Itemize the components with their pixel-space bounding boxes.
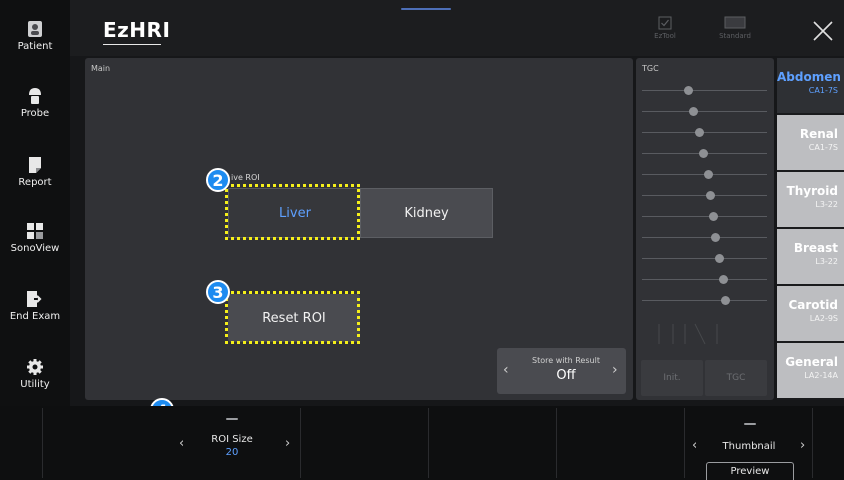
tgc-button[interactable]: TGC [705, 360, 767, 396]
preset-thyroid[interactable]: Thyroid L3-22 [777, 172, 844, 227]
divider [556, 408, 557, 478]
tgc-slider-knob[interactable] [698, 149, 708, 158]
preset-name: Breast [793, 241, 838, 255]
thumbnail-grip-icon [744, 423, 756, 425]
sidebar-item-label: Probe [20, 108, 50, 119]
roi-size-value: 20 [225, 447, 239, 458]
preset-probe: LA2-14A [804, 371, 838, 380]
tgc-slider-track[interactable] [642, 90, 767, 91]
close-icon[interactable] [812, 20, 834, 42]
preview-button[interactable]: Preview [706, 462, 794, 480]
preset-name: Carotid [788, 298, 838, 312]
tgc-slider-knob[interactable] [708, 212, 718, 221]
preset-name: General [785, 355, 838, 369]
probe-icon [29, 88, 41, 104]
tgc-slider-track[interactable] [642, 132, 767, 133]
tgc-slider-track[interactable] [642, 279, 767, 280]
highlight-box-active-roi [225, 184, 360, 240]
tgc-slider-knob[interactable] [683, 86, 693, 95]
sidebar-item-label: Report [18, 177, 52, 188]
preset-probe: LA2-9S [809, 314, 838, 323]
preset-probe: L3-22 [815, 200, 838, 209]
tgc-slider-track[interactable] [642, 237, 767, 238]
app-title: EzHRI [103, 18, 171, 42]
preset-carotid[interactable]: Carotid LA2-9S [777, 286, 844, 341]
tgc-curve-icon [658, 323, 718, 345]
sidebar-item-probe[interactable]: Probe [0, 87, 70, 119]
step-badge: 3 [206, 280, 230, 304]
preset-renal[interactable]: Renal CA1-7S [777, 115, 844, 170]
standard-label: Standard [719, 32, 751, 40]
sidebar-item-label: Utility [20, 379, 50, 390]
sidebar-item-end-exam[interactable]: End Exam [0, 290, 70, 322]
roi-segment-kidney[interactable]: Kidney [360, 188, 493, 238]
tgc-slider-track[interactable] [642, 258, 767, 259]
preset-name: Abdomen [777, 70, 841, 84]
monitor-icon [724, 16, 746, 29]
end-exam-icon [27, 291, 42, 307]
preset-breast[interactable]: Breast L3-22 [777, 229, 844, 284]
sidebar-item-label: End Exam [9, 311, 61, 322]
tgc-slider-track[interactable] [642, 300, 767, 301]
tgc-slider-knob[interactable] [718, 275, 728, 284]
chevron-left-icon[interactable]: ‹ [179, 436, 184, 451]
tgc-init-button[interactable]: Init. [641, 360, 703, 396]
step-badge: 2 [206, 168, 230, 192]
chevron-left-icon[interactable]: ‹ [503, 362, 509, 378]
tgc-slider-track[interactable] [642, 111, 767, 112]
divider [300, 408, 301, 478]
main-panel-label: Main [91, 64, 111, 73]
chevron-left-icon[interactable]: ‹ [692, 438, 697, 453]
preset-probe: L3-22 [815, 257, 838, 266]
utility-icon [27, 359, 43, 375]
preset-general[interactable]: General LA2-14A [777, 343, 844, 398]
tgc-slider-knob[interactable] [715, 254, 724, 263]
preset-probe: CA1-7S [808, 143, 838, 152]
tgc-panel [636, 58, 774, 400]
tgc-slider-knob[interactable] [695, 128, 704, 137]
highlight-box-reset-roi [225, 291, 360, 344]
roi-size-label: ROI Size [211, 434, 253, 445]
active-roi-label: ive ROI [231, 173, 260, 182]
left-sidebar: Patient Probe Report SonoView End Exam U… [0, 0, 70, 406]
sidebar-item-patient[interactable]: Patient [0, 20, 70, 52]
drag-handle[interactable] [401, 8, 451, 10]
roi-size-grip-icon [226, 418, 238, 420]
title-underline [103, 44, 161, 45]
store-with-result-value: Off [556, 368, 576, 383]
sidebar-item-report[interactable]: Report [0, 156, 70, 188]
checkbox-icon [658, 16, 672, 30]
divider [812, 408, 813, 478]
chevron-right-icon[interactable]: › [800, 438, 805, 453]
sidebar-item-utility[interactable]: Utility [0, 358, 70, 390]
chevron-right-icon[interactable]: › [285, 436, 290, 451]
preset-name: Thyroid [786, 184, 838, 198]
tgc-slider-track[interactable] [642, 216, 767, 217]
eztool-label: EzTool [654, 32, 676, 40]
patient-icon [28, 21, 42, 37]
divider [428, 408, 429, 478]
preset-probe: CA1-7S [808, 86, 838, 95]
tgc-slider-knob[interactable] [703, 170, 713, 179]
divider [42, 408, 43, 478]
sonoview-icon [27, 223, 43, 239]
sidebar-item-label: SonoView [10, 243, 60, 254]
preset-abdomen[interactable]: Abdomen CA1-7S [777, 58, 844, 113]
eztool-button[interactable]: EzTool [652, 16, 678, 40]
tgc-slider-track[interactable] [642, 195, 767, 196]
store-with-result-label: Store with Result [532, 356, 600, 365]
standard-button[interactable]: Standard [715, 16, 755, 40]
tgc-slider-knob[interactable] [688, 107, 698, 116]
chevron-right-icon[interactable]: › [612, 362, 618, 378]
sidebar-item-label: Patient [17, 41, 53, 52]
report-icon [29, 157, 41, 173]
divider [684, 408, 685, 478]
tgc-panel-label: TGC [642, 64, 659, 73]
preset-name: Renal [799, 127, 838, 141]
sidebar-item-sonoview[interactable]: SonoView [0, 222, 70, 254]
thumbnail-label: Thumbnail [722, 441, 776, 452]
